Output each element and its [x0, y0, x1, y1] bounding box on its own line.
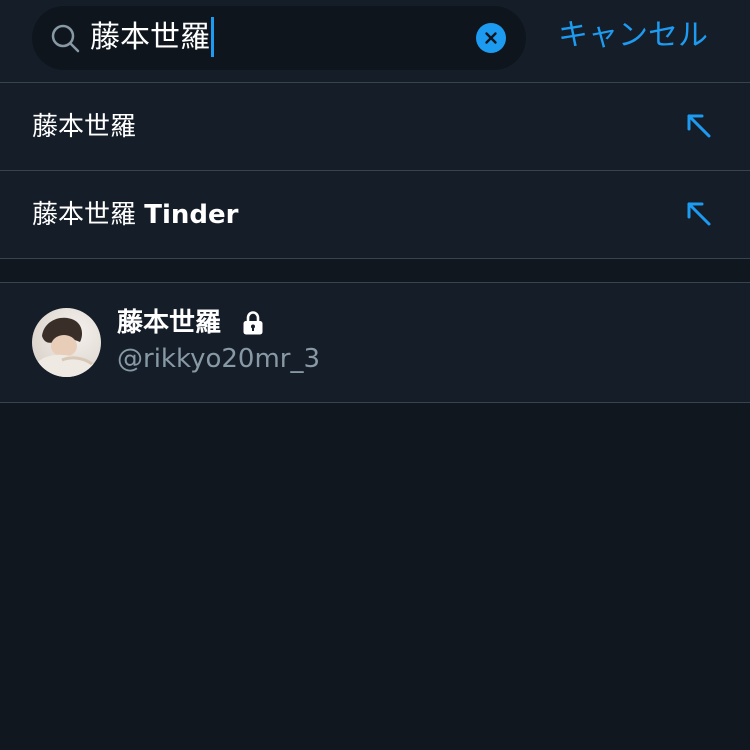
divider — [0, 402, 750, 403]
suggestion-text: 藤本世羅 — [32, 200, 145, 230]
arrow-up-left-icon[interactable] — [684, 111, 714, 141]
search-suggestion-row[interactable]: 藤本世羅 Tinder — [0, 171, 750, 258]
search-input[interactable]: 藤本世羅 — [32, 6, 526, 70]
text-caret — [211, 16, 214, 57]
search-query-value[interactable]: 藤本世羅 — [90, 16, 214, 59]
suggestion-text: 藤本世羅 — [32, 112, 137, 142]
user-result-row[interactable]: 藤本世羅 @rikkyo20mr_3 — [0, 283, 750, 402]
search-suggestion-label: 藤本世羅 — [32, 108, 136, 146]
section-gap — [0, 259, 750, 282]
user-display-name: 藤本世羅 — [117, 308, 222, 338]
search-header: 藤本世羅 キャンセル — [0, 0, 750, 82]
lock-icon — [243, 311, 263, 335]
suggestion-bold-text: Tinder — [144, 200, 239, 230]
clear-icon — [485, 32, 497, 44]
search-suggestion-row[interactable]: 藤本世羅 — [0, 83, 750, 170]
search-screen: 藤本世羅 キャンセル 藤本世羅 藤本世羅 Tinder 藤本世羅 @rikkyo… — [0, 0, 750, 750]
cancel-button[interactable]: キャンセル — [558, 16, 708, 56]
user-handle: @rikkyo20mr_3 — [117, 344, 321, 374]
search-suggestion-label: 藤本世羅 Tinder — [32, 196, 239, 234]
avatar — [32, 308, 101, 377]
search-icon — [51, 24, 80, 53]
search-query-text: 藤本世羅 — [90, 20, 210, 55]
clear-search-button[interactable] — [476, 23, 506, 53]
arrow-up-left-icon[interactable] — [684, 199, 714, 229]
